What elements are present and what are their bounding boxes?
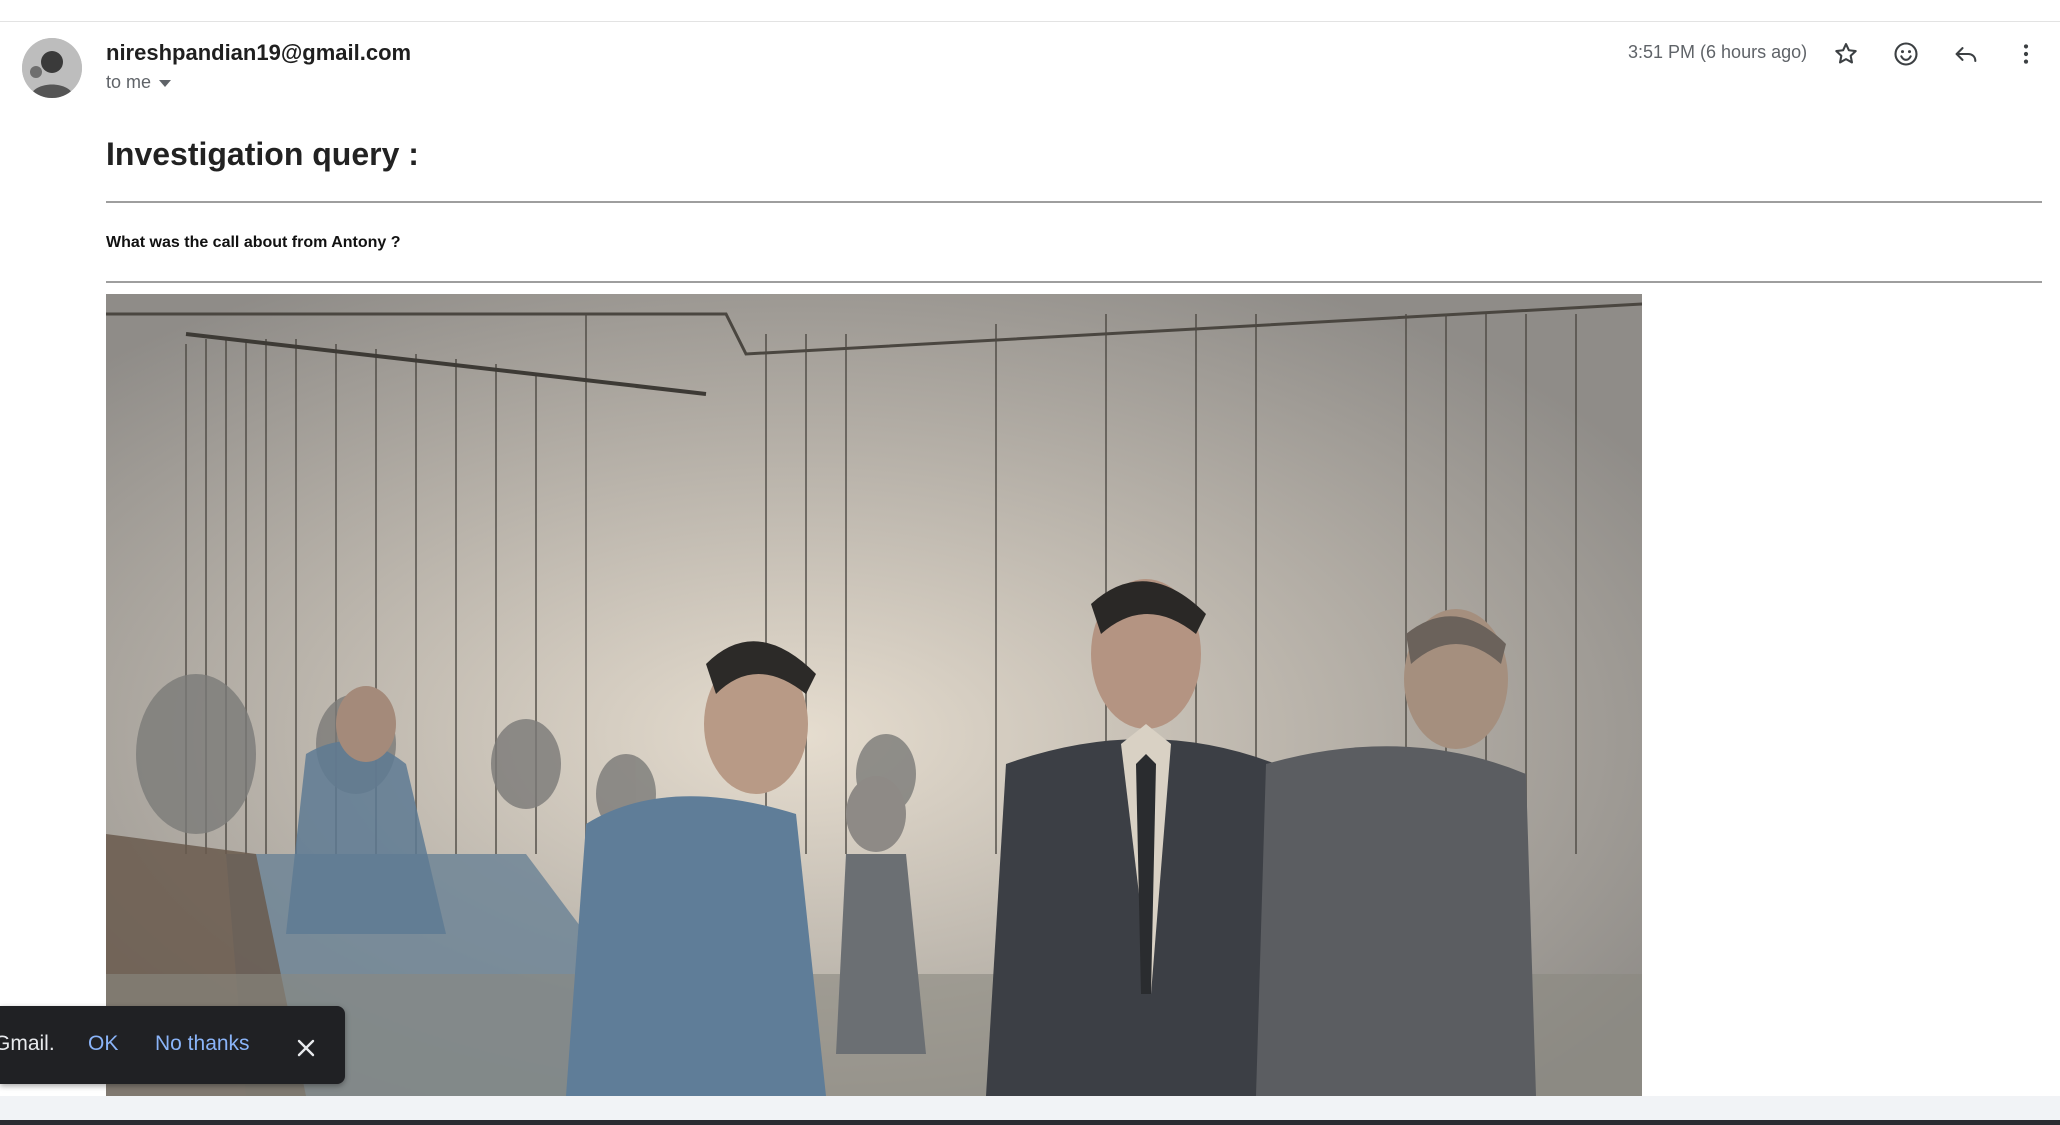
message-question: What was the call about from Antony ?: [106, 234, 401, 251]
emoji-icon[interactable]: [1888, 36, 1924, 72]
bottom-bar: [0, 1120, 2060, 1125]
message-title: Investigation query :: [106, 136, 419, 172]
star-icon[interactable]: [1828, 36, 1864, 72]
snackbar-message: Gmail.: [0, 1032, 55, 1055]
top-divider: [0, 21, 2060, 22]
message-time: 3:51 PM (6 hours ago): [1628, 42, 1808, 62]
divider: [106, 281, 2042, 283]
reply-icon[interactable]: [1948, 36, 1984, 72]
recipient-details[interactable]: to me: [106, 72, 172, 93]
recipient-label: to me: [106, 72, 152, 92]
sender-email[interactable]: nireshpandian19@gmail.com: [106, 40, 411, 66]
more-vert-icon[interactable]: [2008, 36, 2044, 72]
divider: [106, 201, 2042, 203]
snackbar-no-thanks-button[interactable]: No thanks: [155, 1032, 250, 1056]
bottom-strip: [0, 1096, 2060, 1120]
snackbar: Gmail. OK No thanks: [0, 1006, 345, 1084]
snackbar-ok-button[interactable]: OK: [88, 1032, 118, 1056]
chevron-down-icon[interactable]: [159, 80, 172, 87]
close-icon[interactable]: [294, 1036, 318, 1060]
message-illustration: [106, 294, 1642, 1096]
sender-avatar[interactable]: [22, 38, 82, 98]
